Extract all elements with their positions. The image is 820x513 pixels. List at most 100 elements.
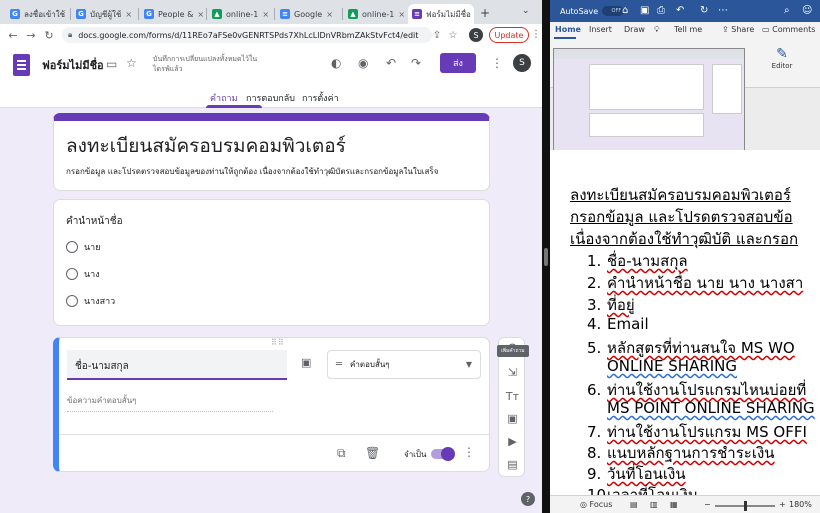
- add-video-icon[interactable]: ▶: [499, 435, 526, 448]
- radio-button[interactable]: [66, 241, 78, 253]
- form-title-card[interactable]: ลงทะเบียนสมัครอบรมคอมพิวเตอร์ กรอกข้อมูล…: [53, 113, 490, 191]
- new-tab-icon[interactable]: +: [480, 6, 490, 20]
- save-icon[interactable]: ▣: [640, 5, 649, 16]
- print-layout-icon[interactable]: ▥: [650, 500, 658, 509]
- duplicate-icon[interactable]: ⧉: [337, 446, 346, 461]
- chevron-down-icon[interactable]: ⌄: [522, 6, 530, 16]
- autosave-toggle[interactable]: AutoSave OFF: [560, 6, 625, 16]
- more-icon[interactable]: ⋯: [718, 5, 728, 16]
- read-mode-icon[interactable]: ▤: [630, 500, 638, 509]
- undo-icon[interactable]: ↶: [386, 56, 396, 70]
- zoom-slider-thumb[interactable]: [744, 501, 747, 511]
- option-label: นางสาว: [84, 297, 116, 307]
- tell-me-search[interactable]: Tell me: [674, 25, 702, 34]
- autosave-switch[interactable]: OFF: [602, 6, 625, 16]
- back-icon[interactable]: ←: [4, 29, 22, 42]
- question-card-prefix[interactable]: คำนำหน้าชื่อ นาย นาง นางสาว: [53, 199, 490, 326]
- question-title: คำนำหน้าชื่อ: [66, 216, 123, 227]
- forms-logo-icon[interactable]: [13, 54, 30, 76]
- question-title-input[interactable]: ชื่อ-นามสกุล: [67, 350, 287, 380]
- question-type-select[interactable]: ═ คำตอบสั้นๆ ▼: [327, 350, 481, 379]
- preview-eye-icon[interactable]: ◉: [358, 56, 368, 70]
- tab-questions[interactable]: คำถาม: [210, 91, 238, 105]
- tab-settings[interactable]: การตั้งค่า: [302, 91, 339, 105]
- palette-icon[interactable]: ◐: [331, 56, 341, 70]
- star-icon[interactable]: ☆: [126, 56, 137, 70]
- close-icon[interactable]: ×: [197, 10, 204, 19]
- browser-tab-1[interactable]: G บัญชีผู้ใช้ ×: [72, 4, 136, 24]
- form-title[interactable]: ลงทะเบียนสมัครอบรมคอมพิวเตอร์: [66, 131, 346, 161]
- form-name[interactable]: ฟอร์มไม่มีชื่อ: [42, 56, 104, 74]
- add-section-icon[interactable]: ▤: [499, 458, 526, 471]
- redo-icon[interactable]: ↷: [411, 56, 421, 70]
- close-icon[interactable]: ×: [326, 10, 333, 19]
- share-button[interactable]: ⇪ Share: [722, 25, 754, 34]
- radio-button[interactable]: [66, 268, 78, 280]
- screenshot-thumbnail[interactable]: [553, 48, 745, 151]
- radio-option[interactable]: นาง: [66, 267, 100, 281]
- zoom-level[interactable]: 180%: [789, 500, 812, 509]
- drag-handle-icon[interactable]: ⠿⠿: [271, 338, 285, 347]
- browser-tab-active[interactable]: ≡ ฟอร์มไม่มีชื่อ ×: [408, 4, 474, 24]
- address-bar[interactable]: 🔒︎ docs.google.com/forms/d/11REo7aFSe0vG…: [62, 27, 432, 43]
- required-toggle[interactable]: [431, 447, 455, 461]
- tab-responses[interactable]: การตอบกลับ: [246, 91, 295, 105]
- account-icon[interactable]: ☺: [802, 5, 812, 16]
- browser-tab-5[interactable]: ▲ online-1 ×: [344, 4, 406, 24]
- redo-icon[interactable]: ↻: [700, 5, 708, 16]
- browser-tab-3[interactable]: ▲ online-1 ×: [208, 4, 272, 24]
- focus-button[interactable]: ◎ Focus: [580, 500, 612, 509]
- add-title-icon[interactable]: Tт: [499, 390, 526, 403]
- editor-button[interactable]: ✎ Editor: [765, 46, 799, 70]
- browser-tab-4[interactable]: ≡ Google ×: [276, 4, 340, 24]
- more-icon[interactable]: ⋮: [491, 56, 503, 70]
- split-view-divider[interactable]: [542, 0, 550, 513]
- document-page[interactable]: ลงทะเบียนสมัครอบรมคอมพิวเตอร์ กรอกข้อมูล…: [550, 150, 820, 495]
- send-button[interactable]: ส่ง: [440, 53, 476, 73]
- add-image-icon[interactable]: ▣: [499, 412, 526, 425]
- radio-option[interactable]: นางสาว: [66, 294, 115, 308]
- radio-button[interactable]: [66, 295, 78, 307]
- lock-icon[interactable]: 🔒︎: [68, 30, 72, 40]
- comments-button[interactable]: ▭ Comments: [762, 25, 815, 34]
- tab-label: ฟอร์มไม่มีชื่อ: [426, 9, 471, 19]
- tab-label: online-1: [362, 9, 395, 19]
- star-icon[interactable]: ☆: [446, 27, 460, 43]
- help-icon[interactable]: ?: [521, 492, 535, 506]
- tab-home[interactable]: Home: [555, 25, 581, 34]
- active-tab-indicator: [554, 37, 576, 39]
- tab-draw[interactable]: Draw: [624, 25, 645, 34]
- drive-icon: ▲: [348, 9, 358, 19]
- image-icon[interactable]: ▣: [301, 356, 311, 369]
- undo-icon[interactable]: ↶: [676, 5, 684, 16]
- more-icon[interactable]: ⋮: [463, 445, 475, 459]
- search-icon[interactable]: ⌕: [784, 5, 790, 16]
- trash-icon[interactable]: 🗑︎: [365, 446, 380, 460]
- caret-down-icon: ▼: [465, 360, 472, 369]
- reload-icon[interactable]: ↻: [40, 29, 58, 42]
- close-icon[interactable]: ×: [262, 10, 269, 19]
- menu-icon[interactable]: ⋮: [531, 29, 541, 40]
- import-questions-icon[interactable]: ⇲: [499, 366, 526, 379]
- tab-insert[interactable]: Insert: [589, 25, 612, 34]
- print-icon[interactable]: ⎙: [657, 5, 665, 16]
- home-icon[interactable]: ⌂: [622, 5, 628, 16]
- browser-tab-2[interactable]: G People & ×: [140, 4, 204, 24]
- close-icon[interactable]: ×: [398, 10, 405, 19]
- folder-icon[interactable]: ▭: [106, 57, 117, 71]
- share-icon[interactable]: ⇪: [430, 27, 444, 43]
- avatar[interactable]: S: [513, 54, 531, 72]
- google-icon: G: [10, 9, 20, 19]
- form-tabs: คำถาม การตอบกลับ การตั้งค่า: [0, 88, 542, 108]
- profile-button[interactable]: S: [469, 27, 483, 43]
- form-description[interactable]: กรอกข้อมูล และโปรดตรวจสอบข้อมูลของท่านให…: [66, 165, 438, 178]
- zoom-out-icon[interactable]: −: [704, 500, 711, 509]
- browser-tab-0[interactable]: G ลงชื่อเข้าใช้ ×: [6, 4, 68, 24]
- web-layout-icon[interactable]: ▦: [670, 500, 678, 509]
- zoom-in-icon[interactable]: +: [779, 500, 786, 509]
- update-button[interactable]: Update: [489, 27, 529, 43]
- forward-icon[interactable]: →: [22, 29, 40, 42]
- close-icon[interactable]: ×: [125, 10, 132, 19]
- question-card-name[interactable]: ⠿⠿ ชื่อ-นามสกุล ▣ ═ คำตอบสั้นๆ ▼ ข้อความ…: [53, 337, 490, 472]
- radio-option[interactable]: นาย: [66, 240, 100, 254]
